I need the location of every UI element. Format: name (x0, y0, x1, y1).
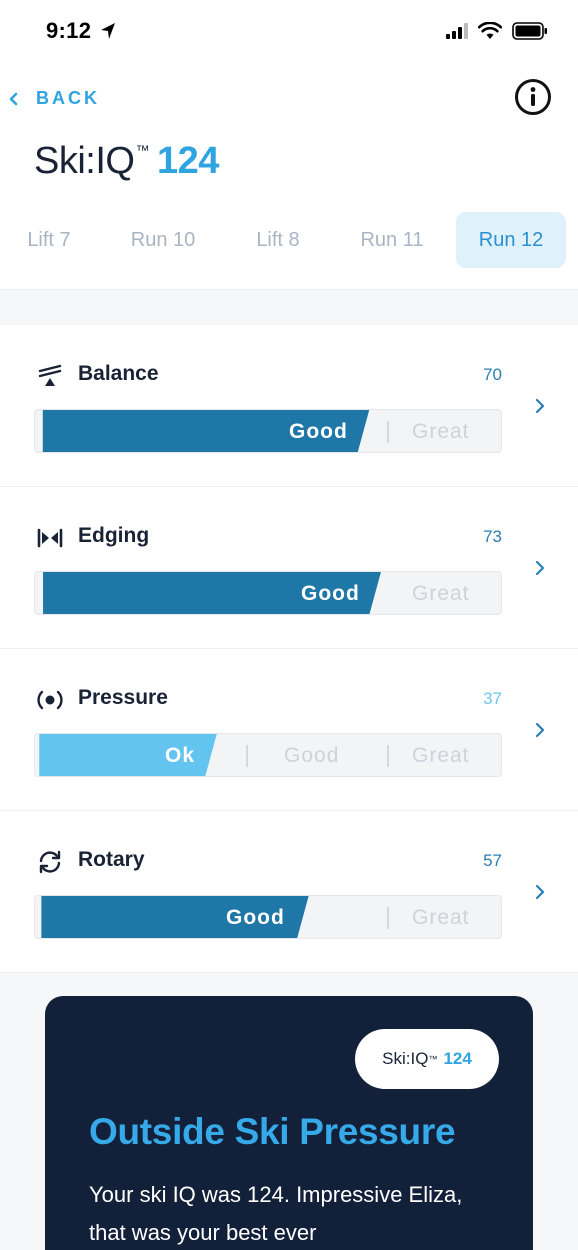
page-title: Ski:IQ™ 124 (34, 140, 219, 183)
back-button[interactable]: BACK (8, 88, 100, 109)
balance-icon (38, 364, 62, 386)
metric-row-pressure[interactable]: Pressure 37 Ok Good Great (0, 649, 578, 811)
status-bar: 9:12 (0, 0, 578, 64)
pressure-icon (37, 690, 63, 710)
chevron-right-icon (535, 722, 545, 738)
level-label-great: Great (412, 906, 470, 929)
status-icons (446, 22, 548, 40)
edging-icon (37, 528, 63, 548)
level-label-great: Great (412, 744, 470, 767)
metric-score: 70 (483, 365, 502, 384)
level-bar: Good Great (34, 409, 502, 453)
cellular-signal-icon (446, 23, 468, 39)
battery-icon (512, 22, 547, 40)
metric-score: 57 (483, 851, 502, 870)
metric-name: Rotary (78, 848, 145, 871)
level-separator (387, 421, 389, 443)
run-tabs: Lift 7 Run 10 Lift 8 Run 11 Run 12 (0, 212, 578, 268)
metric-name: Balance (78, 362, 159, 385)
metric-score: 37 (483, 689, 502, 708)
card-body: Your ski IQ was 124. Impressive Eliza, t… (89, 1182, 463, 1245)
section-divider (0, 289, 578, 325)
metric-row-edging[interactable]: Edging 73 Good Great (0, 487, 578, 649)
level-bar: Good Great (34, 571, 502, 615)
pill-trademark: ™ (428, 1054, 438, 1064)
tab-run-10[interactable]: Run 10 (114, 212, 212, 268)
metric-score: 73 (483, 527, 502, 546)
status-time: 9:12 (46, 18, 92, 43)
level-separator (246, 745, 248, 767)
level-label-good: Good (284, 744, 340, 767)
card-title: Outside Ski Pressure (89, 1111, 456, 1152)
chevron-right-icon (535, 884, 545, 900)
level-label-great: Great (412, 582, 470, 605)
back-label: BACK (36, 88, 100, 108)
tab-run-12[interactable]: Run 12 (456, 212, 566, 268)
level-separator (387, 907, 389, 929)
location-arrow-icon (101, 23, 115, 39)
rotary-icon (39, 850, 61, 874)
title-score: 124 (156, 140, 219, 182)
metric-row-rotary[interactable]: Rotary 57 Good Great (0, 811, 578, 973)
level-bar: Ok Good Great (34, 733, 502, 777)
insight-card[interactable]: Ski:IQ ™ 124 Outside Ski Pressure Your ski… (45, 996, 533, 1250)
metric-row-balance[interactable]: Balance 70 Good Great (0, 325, 578, 487)
title-trademark: ™ (135, 142, 149, 158)
level-label-current: Good (289, 420, 348, 443)
metric-name: Edging (78, 524, 150, 547)
tab-lift-7[interactable]: Lift 7 (0, 212, 98, 268)
metric-name: Pressure (78, 686, 168, 709)
chevron-left-icon (9, 92, 18, 105)
chevron-right-icon (535, 560, 545, 576)
tab-lift-8[interactable]: Lift 8 (228, 212, 328, 268)
tab-run-11[interactable]: Run 11 (342, 212, 442, 268)
level-label-current: Ok (165, 744, 196, 767)
pill-prefix: Ski:IQ (382, 1049, 429, 1068)
wifi-icon (478, 22, 502, 39)
level-label-great: Great (412, 420, 470, 443)
level-separator (387, 745, 389, 767)
pill-score: 124 (443, 1049, 472, 1068)
info-icon[interactable] (514, 78, 552, 116)
level-label-current: Good (226, 906, 285, 929)
level-label-current: Good (301, 582, 360, 605)
chevron-right-icon (535, 398, 545, 414)
level-bar: Good Great (34, 895, 502, 939)
title-prefix: Ski:IQ (34, 140, 135, 182)
ski-iq-pill: Ski:IQ ™ 124 (355, 1029, 499, 1089)
